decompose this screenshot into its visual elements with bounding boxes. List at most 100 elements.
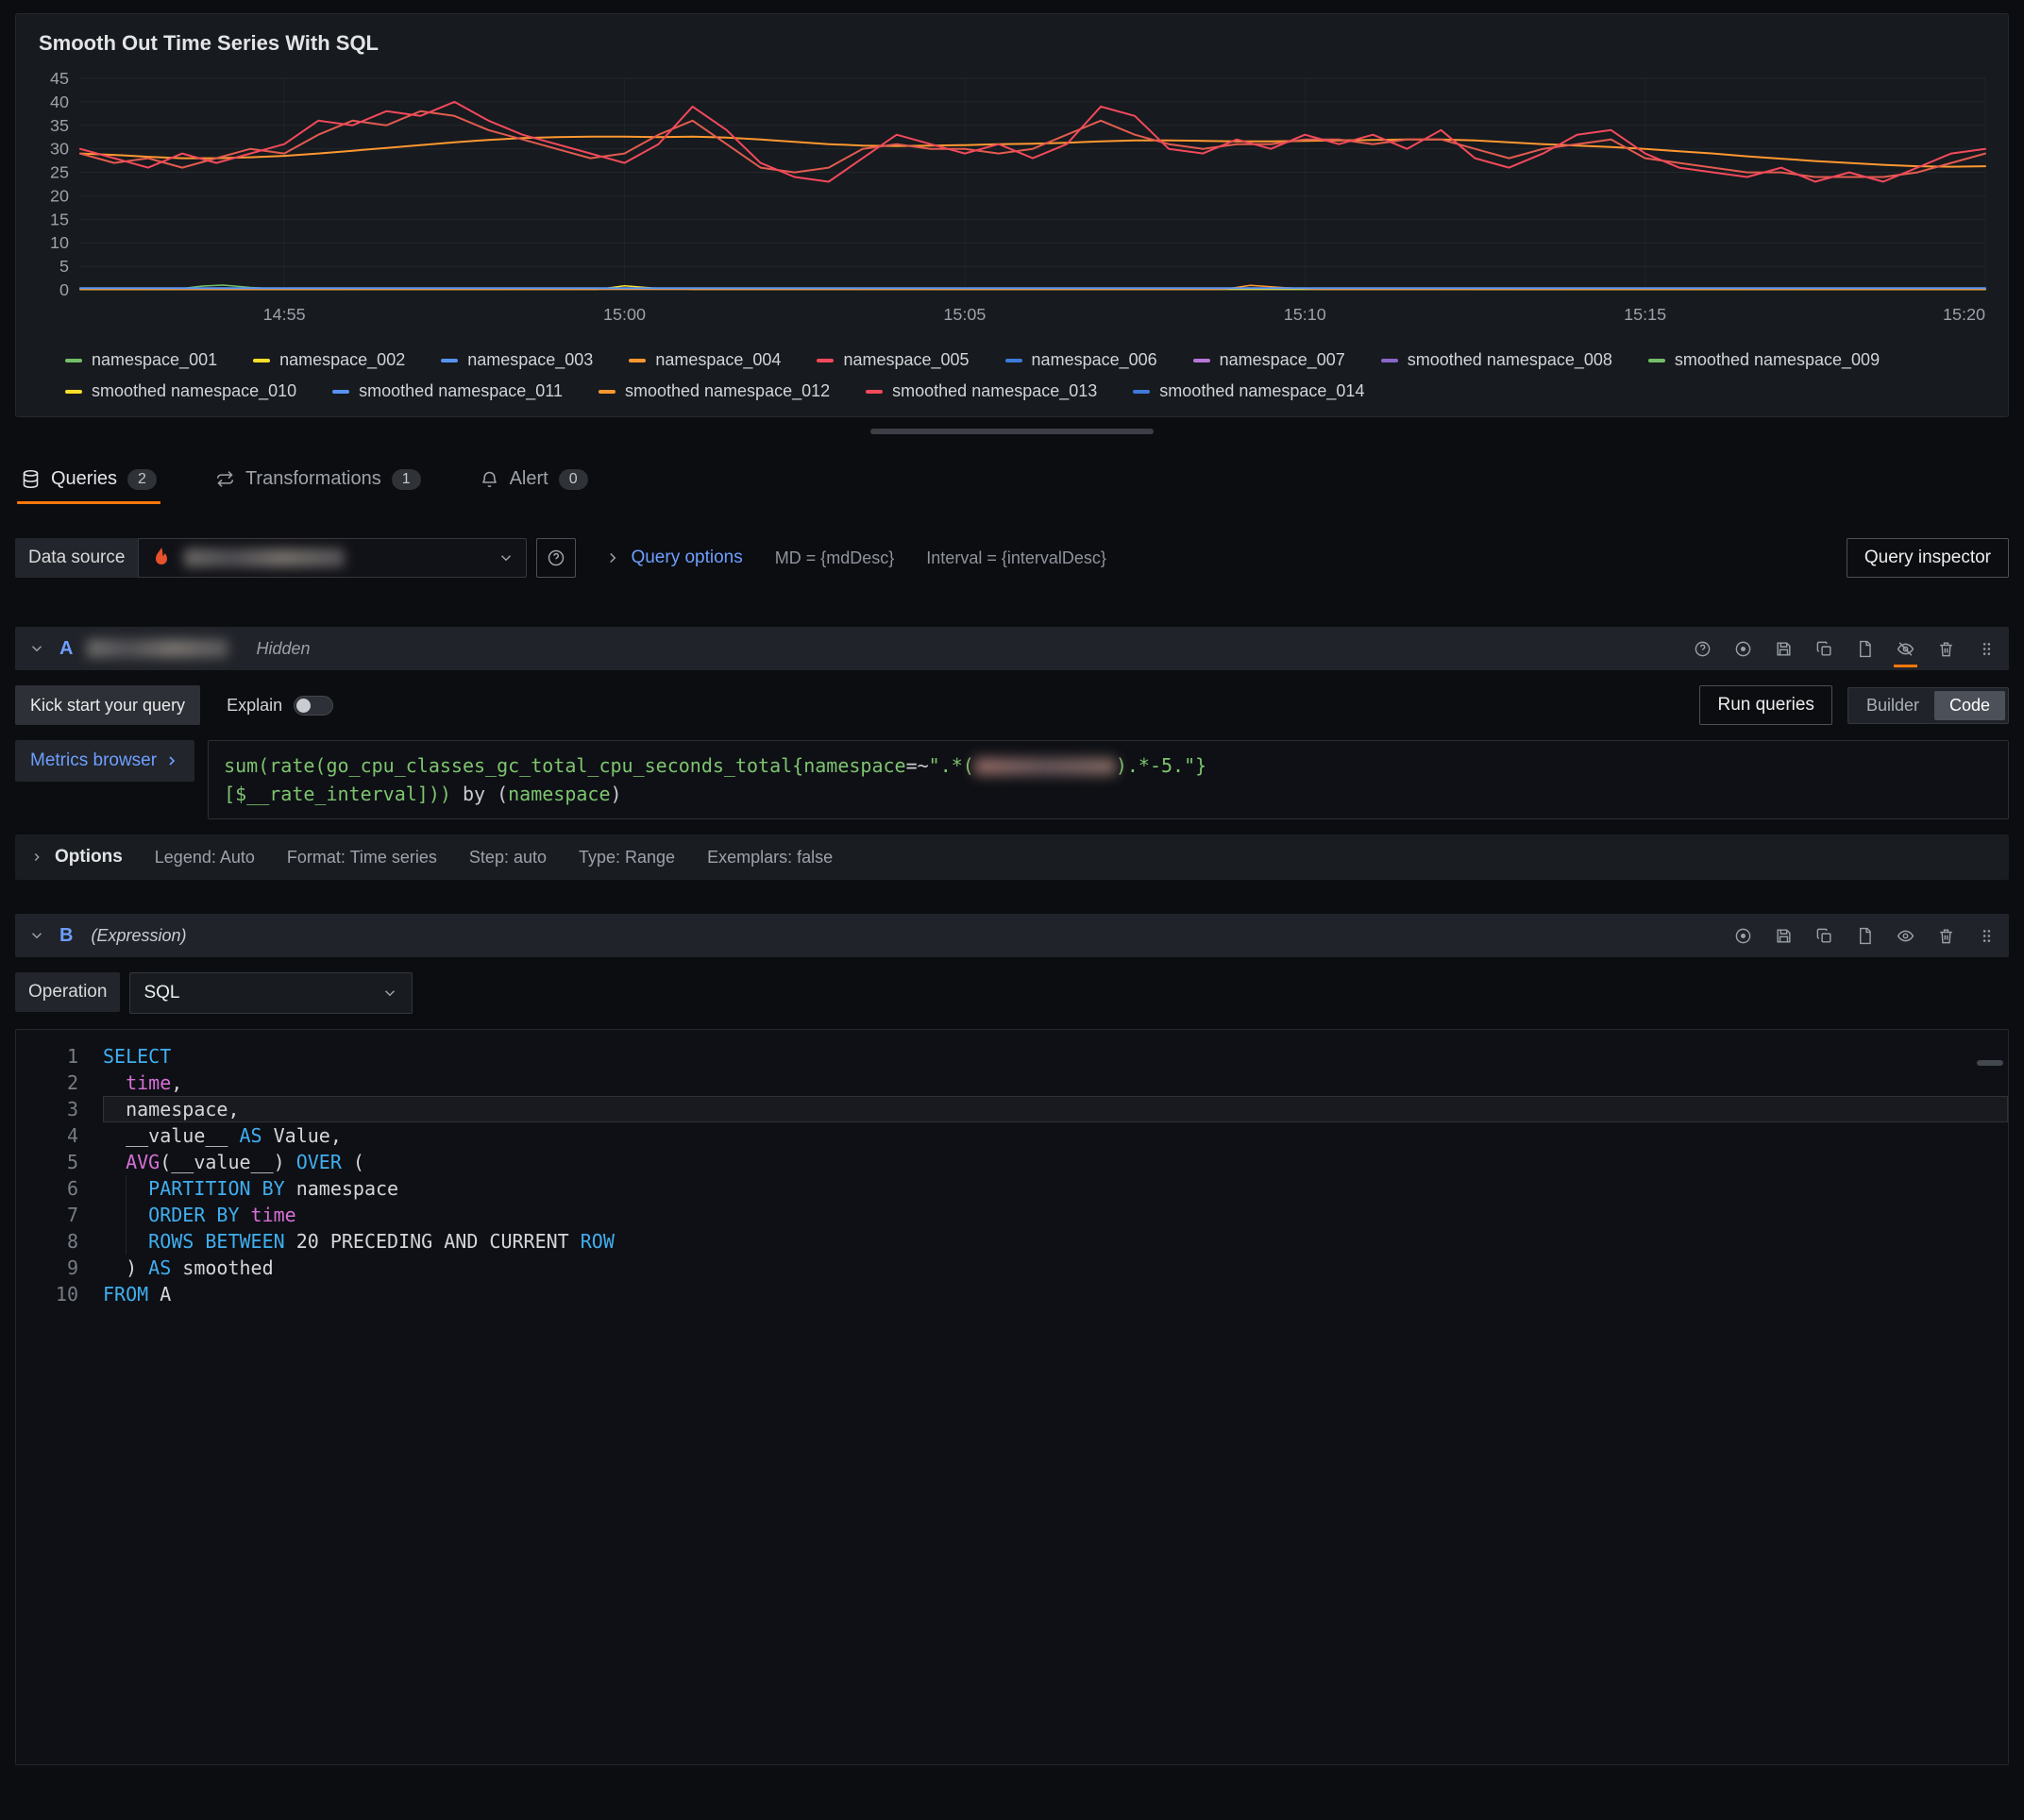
line-number: 4	[16, 1122, 78, 1149]
sql-line[interactable]: 1SELECT	[16, 1043, 2008, 1070]
copy-icon[interactable]	[1815, 640, 1833, 658]
series-label: smoothed namespace_009	[1675, 350, 1880, 370]
options-toggle[interactable]: Options	[30, 847, 123, 868]
svg-text:15:10: 15:10	[1284, 305, 1326, 324]
sql-editor[interactable]: 1SELECT2 time,3 namespace,4 __value__ AS…	[15, 1029, 2009, 1765]
tab-count-badge: 2	[127, 469, 157, 490]
scrollbar-thumb[interactable]	[1977, 1060, 2003, 1066]
series-label: namespace_006	[1032, 350, 1157, 370]
sql-line[interactable]: 8 ROWS BETWEEN 20 PRECEDING AND CURRENT …	[16, 1228, 2008, 1255]
tab-queries[interactable]: Queries 2	[17, 459, 160, 504]
series-color-swatch	[599, 390, 616, 394]
database-icon	[21, 469, 41, 489]
eye-off-icon[interactable]	[1897, 640, 1914, 658]
legend-item[interactable]: namespace_006	[1005, 350, 1157, 370]
sql-line[interactable]: 2 time,	[16, 1070, 2008, 1096]
query-toolbar: Data source Query options MD = {mdDesc} …	[15, 538, 2009, 578]
series-label: smoothed namespace_011	[359, 381, 563, 401]
record-circle-icon[interactable]	[1734, 927, 1752, 945]
series-label: namespace_002	[279, 350, 405, 370]
operation-select[interactable]: SQL	[129, 972, 413, 1014]
query-inspector-button[interactable]: Query inspector	[1847, 538, 2009, 578]
series-color-swatch	[441, 359, 458, 362]
query-b-header[interactable]: B (Expression)	[15, 914, 2009, 957]
query-options-toggle[interactable]: Query options	[604, 548, 742, 568]
svg-text:15: 15	[50, 210, 69, 228]
sql-line[interactable]: 10FROM A	[16, 1281, 2008, 1307]
legend-item[interactable]: smoothed namespace_014	[1133, 381, 1364, 401]
trash-icon[interactable]	[1937, 927, 1955, 945]
datasource-picker[interactable]	[138, 538, 527, 578]
line-number: 5	[16, 1149, 78, 1175]
chevron-right-icon	[30, 851, 43, 864]
explain-toggle[interactable]	[294, 696, 333, 716]
eye-icon[interactable]	[1897, 927, 1914, 945]
legend-item[interactable]: namespace_003	[441, 350, 593, 370]
sql-editor-lines: 1SELECT2 time,3 namespace,4 __value__ AS…	[16, 1043, 2008, 1307]
legend-item[interactable]: smoothed namespace_010	[65, 381, 296, 401]
line-number: 6	[16, 1175, 78, 1202]
chevron-down-icon[interactable]	[28, 640, 45, 657]
legend-item[interactable]: namespace_004	[629, 350, 781, 370]
legend-item[interactable]: smoothed namespace_008	[1381, 350, 1612, 370]
explain-label: Explain	[227, 696, 282, 716]
legend-item[interactable]: namespace_001	[65, 350, 217, 370]
sql-line[interactable]: 9 ) AS smoothed	[16, 1255, 2008, 1281]
metrics-browser-button[interactable]: Metrics browser	[15, 740, 194, 782]
operation-value: SQL	[143, 983, 179, 1003]
legend-item[interactable]: namespace_007	[1193, 350, 1345, 370]
series-color-swatch	[1005, 359, 1022, 362]
chevron-down-icon[interactable]	[28, 927, 45, 944]
line-number: 3	[16, 1096, 78, 1122]
file-icon[interactable]	[1856, 640, 1874, 658]
promql-query-input[interactable]: sum(rate(go_cpu_classes_gc_total_cpu_sec…	[208, 740, 2009, 819]
panel-resize-handle[interactable]	[870, 429, 1154, 434]
legend-item[interactable]: smoothed namespace_012	[599, 381, 830, 401]
code-mode-option[interactable]: Code	[1934, 691, 2005, 720]
query-ref: A	[59, 638, 73, 660]
metrics-browser-label: Metrics browser	[30, 750, 157, 771]
trash-icon[interactable]	[1937, 640, 1955, 658]
panel-title[interactable]: Smooth Out Time Series With SQL	[39, 31, 1993, 56]
format-option: Format: Time series	[287, 848, 437, 868]
promql-line: sum(rate(go_cpu_classes_gc_total_cpu_sec…	[224, 751, 1993, 780]
line-number: 9	[16, 1255, 78, 1281]
sql-line[interactable]: 3 namespace,	[16, 1096, 2008, 1122]
sql-line[interactable]: 6 PARTITION BY namespace	[16, 1175, 2008, 1202]
chevron-down-icon	[498, 549, 514, 566]
svg-text:15:05: 15:05	[943, 305, 986, 324]
legend-item[interactable]: smoothed namespace_011	[332, 381, 563, 401]
record-circle-icon[interactable]	[1734, 640, 1752, 658]
sql-line[interactable]: 4 __value__ AS Value,	[16, 1122, 2008, 1149]
kick-start-query-button[interactable]: Kick start your query	[15, 685, 200, 725]
tab-label: Alert	[510, 468, 548, 490]
sql-line[interactable]: 5 AVG(__value__) OVER (	[16, 1149, 2008, 1175]
query-type-label: (Expression)	[91, 926, 186, 946]
promql-line: [$__rate_interval])) by (namespace)	[224, 780, 1993, 808]
run-queries-button[interactable]: Run queries	[1699, 685, 1831, 725]
drag-handle-icon[interactable]	[1978, 640, 1996, 658]
file-icon[interactable]	[1856, 927, 1874, 945]
tab-transformations[interactable]: Transformations 1	[211, 459, 425, 504]
drag-handle-icon[interactable]	[1978, 927, 1996, 945]
legend-item[interactable]: smoothed namespace_009	[1648, 350, 1880, 370]
svg-text:14:55: 14:55	[263, 305, 306, 324]
query-a-header[interactable]: A Hidden	[15, 627, 2009, 670]
help-circle-icon[interactable]	[1694, 640, 1712, 658]
save-icon[interactable]	[1775, 927, 1793, 945]
builder-mode-option[interactable]: Builder	[1851, 691, 1934, 720]
sql-line[interactable]: 7 ORDER BY time	[16, 1202, 2008, 1228]
svg-text:15:00: 15:00	[603, 305, 646, 324]
series-color-swatch	[817, 359, 834, 362]
save-icon[interactable]	[1775, 640, 1793, 658]
series-color-swatch	[332, 390, 349, 394]
legend-item[interactable]: namespace_005	[817, 350, 969, 370]
datasource-help-button[interactable]	[536, 538, 576, 578]
chart[interactable]: 05101520253035404514:5515:0015:0515:1015…	[31, 67, 1993, 343]
query-ref: B	[59, 925, 73, 947]
tab-alert[interactable]: Alert 0	[476, 459, 592, 504]
copy-icon[interactable]	[1815, 927, 1833, 945]
legend-item[interactable]: namespace_002	[253, 350, 405, 370]
legend-item[interactable]: smoothed namespace_013	[866, 381, 1097, 401]
series-color-swatch	[65, 359, 82, 362]
